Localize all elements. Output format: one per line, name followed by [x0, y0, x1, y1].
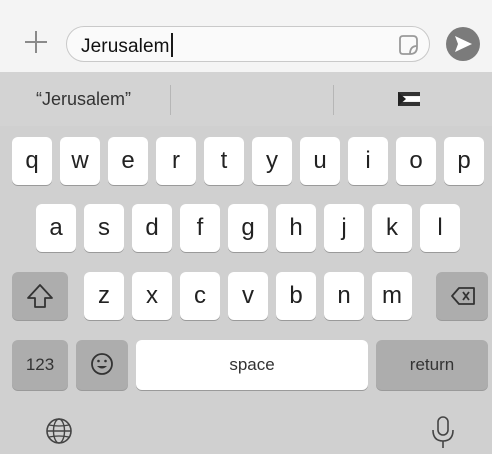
key-label: o	[409, 147, 423, 174]
key-label: u	[313, 147, 327, 174]
backspace-icon	[451, 287, 475, 305]
key-label: l	[437, 214, 443, 241]
sticker-icon	[399, 35, 418, 55]
send-button[interactable]	[446, 27, 480, 61]
key-label: n	[337, 282, 351, 309]
key-a[interactable]: a	[36, 204, 76, 252]
key-label: i	[365, 147, 371, 174]
space-key-label: space	[229, 355, 275, 374]
key-x[interactable]: x	[132, 272, 172, 320]
key-j[interactable]: j	[324, 204, 364, 252]
return-key[interactable]: return	[376, 340, 488, 390]
key-i[interactable]: i	[348, 137, 388, 185]
key-t[interactable]: t	[204, 137, 244, 185]
key-label: w	[71, 147, 89, 174]
key-k[interactable]: k	[372, 204, 412, 252]
key-y[interactable]: y	[252, 137, 292, 185]
key-label: y	[266, 147, 278, 174]
key-label: r	[172, 147, 180, 174]
key-label: k	[386, 214, 398, 241]
key-label: v	[242, 282, 254, 309]
key-h[interactable]: h	[276, 204, 316, 252]
key-label: s	[98, 214, 110, 241]
shift-icon	[27, 284, 53, 308]
key-f[interactable]: f	[180, 204, 220, 252]
key-u[interactable]: u	[300, 137, 340, 185]
key-e[interactable]: e	[108, 137, 148, 185]
globe-button[interactable]	[44, 416, 74, 451]
key-c[interactable]: c	[180, 272, 220, 320]
key-label: f	[196, 214, 204, 241]
sticker-button[interactable]	[395, 32, 421, 58]
flag-emoji-icon	[398, 92, 420, 106]
key-label: p	[457, 147, 471, 174]
send-arrow-icon	[455, 36, 472, 52]
suggestion-right[interactable]	[398, 72, 428, 126]
key-label: g	[241, 214, 255, 241]
predictive-suggestion-bar: “Jerusalem”	[0, 72, 492, 126]
key-r[interactable]: r	[156, 137, 196, 185]
message-input[interactable]: Jerusalem	[66, 26, 430, 62]
space-key[interactable]: space	[136, 340, 368, 390]
emoji-key[interactable]	[76, 340, 128, 390]
key-b[interactable]: b	[276, 272, 316, 320]
key-m[interactable]: m	[372, 272, 412, 320]
key-o[interactable]: o	[396, 137, 436, 185]
add-attachment-button[interactable]	[22, 28, 50, 56]
key-label: m	[382, 282, 402, 309]
dictation-button[interactable]	[428, 414, 458, 454]
text-cursor	[170, 33, 173, 57]
suggestion-divider	[333, 85, 334, 115]
key-d[interactable]: d	[132, 204, 172, 252]
key-label: j	[341, 214, 347, 241]
suggestion-divider	[170, 85, 171, 115]
key-v[interactable]: v	[228, 272, 268, 320]
key-g[interactable]: g	[228, 204, 268, 252]
suggestion-left[interactable]: “Jerusalem”	[36, 72, 131, 126]
suggestion-middle[interactable]	[200, 72, 300, 126]
key-label: c	[194, 282, 206, 309]
key-label: t	[220, 147, 228, 174]
key-p[interactable]: p	[444, 137, 484, 185]
keyboard-screen: Jerusalem “Jerusalem” q w e r t y u i o …	[0, 0, 492, 454]
key-z[interactable]: z	[84, 272, 124, 320]
key-s[interactable]: s	[84, 204, 124, 252]
key-l[interactable]: l	[420, 204, 460, 252]
plus-icon	[25, 31, 47, 53]
return-key-label: return	[409, 355, 455, 374]
shift-key[interactable]	[12, 272, 68, 320]
key-label: h	[289, 214, 303, 241]
globe-icon	[46, 418, 72, 444]
emoji-icon	[91, 353, 113, 375]
key-w[interactable]: w	[60, 137, 100, 185]
key-label: e	[121, 147, 135, 174]
microphone-icon	[432, 416, 454, 448]
backspace-key[interactable]	[436, 272, 488, 320]
numbers-key[interactable]: 123	[12, 340, 68, 390]
key-label: a	[49, 214, 63, 241]
key-label: d	[145, 214, 159, 241]
numbers-key-label: 123	[25, 355, 55, 374]
key-n[interactable]: n	[324, 272, 364, 320]
message-compose-bar: Jerusalem	[0, 0, 492, 73]
key-label: z	[98, 282, 110, 309]
key-label: q	[25, 147, 39, 174]
key-label: b	[289, 282, 303, 309]
message-input-text: Jerusalem	[81, 36, 170, 57]
key-label: x	[146, 282, 158, 309]
key-q[interactable]: q	[12, 137, 52, 185]
